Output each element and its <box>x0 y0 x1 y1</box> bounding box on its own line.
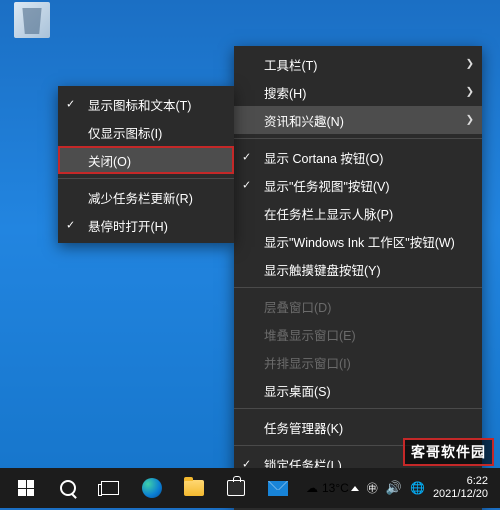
chevron-right-icon: ❯ <box>466 115 474 126</box>
menu-item[interactable]: ✓ 显示 Cortana 按钮(O) <box>234 143 482 171</box>
news-interests-submenu: ✓ 显示图标和文本(T) 仅显示图标(I) 关闭(O) 减少任务栏更新(R) ✓ 悬停时打… <box>58 86 234 243</box>
menu-separator <box>234 287 482 288</box>
menu-separator <box>234 408 482 409</box>
search-button[interactable] <box>48 468 88 508</box>
menu-item-label: 资讯和兴趣(N) <box>264 111 344 130</box>
volume-icon[interactable]: 🔊 <box>386 480 402 496</box>
menu-item-label: 悬停时打开(H) <box>88 216 168 235</box>
menu-item-label: 关闭(O) <box>88 151 131 170</box>
check-icon: ✓ <box>242 151 251 164</box>
menu-item: 堆叠显示窗口(E) <box>234 320 482 348</box>
menu-separator <box>234 138 482 139</box>
system-tray[interactable]: ㊥ 🔊 🌐 6:22 2021/12/20 <box>351 475 494 500</box>
menu-item: 并排显示窗口(I) <box>234 348 482 376</box>
menu-item[interactable]: 显示"Windows Ink 工作区"按钮(W) <box>234 227 482 255</box>
menu-item[interactable]: 关闭(O) <box>58 146 234 174</box>
menu-item-label: 显示触摸键盘按钮(Y) <box>264 260 381 279</box>
clock[interactable]: 6:22 2021/12/20 <box>433 475 488 500</box>
menu-item[interactable]: 搜索(H) ❯ <box>234 78 482 106</box>
recycle-bin-icon <box>14 2 50 38</box>
menu-item-show-desktop[interactable]: 显示桌面(S) <box>234 376 482 404</box>
menu-item-label: 仅显示图标(I) <box>88 123 162 142</box>
ime-icon[interactable]: ㊥ <box>367 480 378 496</box>
menu-item-label: 显示"任务视图"按钮(V) <box>264 176 390 195</box>
menu-item-label: 并排显示窗口(I) <box>264 353 351 372</box>
weather-temp: 13°C <box>322 481 349 495</box>
taskbar[interactable]: ☁ 13°C ㊥ 🔊 🌐 6:22 2021/12/20 <box>0 468 500 508</box>
taskbar-app-store[interactable] <box>216 468 256 508</box>
clock-time: 6:22 <box>433 475 488 488</box>
menu-item: 层叠窗口(D) <box>234 292 482 320</box>
menu-item[interactable]: 在任务栏上显示人脉(P) <box>234 199 482 227</box>
menu-item[interactable]: ✓ 显示"任务视图"按钮(V) <box>234 171 482 199</box>
watermark: 客哥软件园 <box>403 438 494 466</box>
menu-item-label: 工具栏(T) <box>264 55 317 74</box>
menu-item-label: 显示 Cortana 按钮(O) <box>264 148 383 167</box>
weather-icon: ☁ <box>306 481 318 495</box>
check-icon: ✓ <box>242 179 251 192</box>
menu-item[interactable]: ✓ 显示图标和文本(T) <box>58 90 234 118</box>
menu-item-label: 层叠窗口(D) <box>264 297 331 316</box>
weather-widget[interactable]: ☁ 13°C <box>306 481 349 495</box>
menu-item[interactable]: ✓ 悬停时打开(H) <box>58 211 234 239</box>
start-button[interactable] <box>6 468 46 508</box>
edge-icon <box>142 478 162 498</box>
menu-item-label: 搜索(H) <box>264 83 306 102</box>
taskbar-app-mail[interactable] <box>258 468 298 508</box>
mail-icon <box>268 481 288 496</box>
menu-item-label: 显示"Windows Ink 工作区"按钮(W) <box>264 232 455 251</box>
menu-separator <box>58 178 234 179</box>
menu-item[interactable]: 工具栏(T) ❯ <box>234 50 482 78</box>
tray-overflow-icon[interactable] <box>351 486 359 491</box>
network-icon[interactable]: 🌐 <box>410 481 425 495</box>
recycle-bin[interactable] <box>8 2 56 58</box>
check-icon: ✓ <box>66 219 75 232</box>
folder-icon <box>184 480 204 496</box>
windows-logo-icon <box>18 480 34 496</box>
clock-date: 2021/12/20 <box>433 488 488 501</box>
menu-item-label: 减少任务栏更新(R) <box>88 188 193 207</box>
store-icon <box>227 480 245 496</box>
menu-item-label: 任务管理器(K) <box>264 418 343 437</box>
task-view-button[interactable] <box>90 468 130 508</box>
menu-item-label: 显示图标和文本(T) <box>88 95 191 114</box>
chevron-right-icon: ❯ <box>466 87 474 98</box>
menu-item-task-manager[interactable]: 任务管理器(K) <box>234 413 482 441</box>
chevron-right-icon: ❯ <box>466 59 474 70</box>
menu-item[interactable]: 仅显示图标(I) <box>58 118 234 146</box>
menu-item[interactable]: 显示触摸键盘按钮(Y) <box>234 255 482 283</box>
menu-item-label: 堆叠显示窗口(E) <box>264 325 356 344</box>
taskbar-app-explorer[interactable] <box>174 468 214 508</box>
taskbar-app-edge[interactable] <box>132 468 172 508</box>
menu-item-label: 在任务栏上显示人脉(P) <box>264 204 393 223</box>
task-view-icon <box>101 481 119 495</box>
menu-item-label: 显示桌面(S) <box>264 381 331 400</box>
menu-item[interactable]: 减少任务栏更新(R) <box>58 183 234 211</box>
search-icon <box>60 480 76 496</box>
check-icon: ✓ <box>66 98 75 111</box>
menu-item[interactable]: 资讯和兴趣(N) ❯ <box>234 106 482 134</box>
